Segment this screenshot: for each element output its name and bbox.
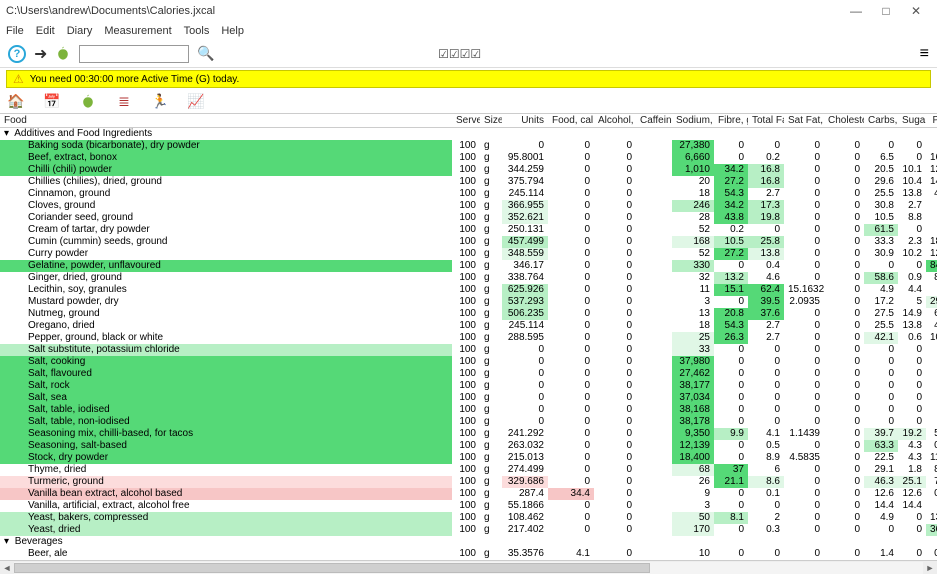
tab-chart[interactable]: 📈: [186, 92, 206, 112]
menu-measurement[interactable]: Measurement: [104, 25, 171, 37]
menu-file[interactable]: File: [6, 25, 24, 37]
filter-checks[interactable]: ☑☑☑☑: [438, 47, 481, 61]
col-serve[interactable]: Serve: [452, 114, 480, 128]
food-row[interactable]: Curry powder100g348.559005227.213.80030.…: [0, 248, 937, 260]
horizontal-scrollbar[interactable]: ◄ ►: [0, 560, 937, 574]
food-row[interactable]: Chilli (chili) powder100g344.259001,0103…: [0, 164, 937, 176]
warning-banner: ⚠ You need 00:30:00 more Active Time (G)…: [6, 70, 931, 88]
food-row[interactable]: Salt substitute, potassium chloride100g0…: [0, 344, 937, 356]
category-row[interactable]: ▾ Beverages: [0, 536, 937, 548]
food-table-wrap: Food Serve Size Units Food, cal Alcohol,…: [0, 114, 937, 560]
menu-diary[interactable]: Diary: [67, 25, 93, 37]
hamburger-icon[interactable]: ≡: [920, 45, 929, 63]
title-bar: C:\Users\andrew\Documents\Calories.jxcal…: [0, 0, 937, 22]
col-caffeine[interactable]: Caffeine, mg: [636, 114, 672, 128]
col-sodium[interactable]: Sodium, mg: [672, 114, 714, 128]
scroll-track[interactable]: [14, 562, 923, 574]
col-chol[interactable]: Cholesterol, mg: [824, 114, 864, 128]
food-row[interactable]: Salt, sea100g00037,0340000000: [0, 392, 937, 404]
tab-database[interactable]: ≣: [114, 92, 134, 112]
food-row[interactable]: Cumin (cummin) seeds, ground100g457.4990…: [0, 236, 937, 248]
search-icon[interactable]: 🔍: [197, 45, 214, 62]
food-row[interactable]: Ginger, dried, ground100g338.764003213.2…: [0, 272, 937, 284]
minimize-button[interactable]: —: [841, 4, 871, 18]
food-row[interactable]: Salt, rock100g00038,1770000000: [0, 380, 937, 392]
col-protein[interactable]: Pro: [926, 114, 937, 128]
food-row[interactable]: Salt, cooking100g00037,9800000000: [0, 356, 937, 368]
window-title: C:\Users\andrew\Documents\Calories.jxcal: [6, 5, 841, 17]
close-button[interactable]: ✕: [901, 4, 931, 18]
scroll-right-icon[interactable]: ►: [923, 563, 937, 573]
food-row[interactable]: Cinnamon, ground100g245.114001854.32.700…: [0, 188, 937, 200]
food-row[interactable]: Salt, table, iodised100g00038,1680000000: [0, 404, 937, 416]
col-carbs[interactable]: Carbs, g: [864, 114, 898, 128]
food-row[interactable]: Cloves, ground100g366.9550024634.217.300…: [0, 200, 937, 212]
menu-bar: File Edit Diary Measurement Tools Help: [0, 22, 937, 40]
menu-help[interactable]: Help: [221, 25, 244, 37]
tab-calendar[interactable]: 📅: [42, 92, 62, 112]
col-units[interactable]: Units: [502, 114, 548, 128]
menu-tools[interactable]: Tools: [184, 25, 210, 37]
help-icon[interactable]: ?: [8, 45, 26, 63]
warning-icon: ⚠: [13, 72, 24, 86]
food-row[interactable]: Lecithin, soy, granules100g625.926001115…: [0, 284, 937, 296]
food-row[interactable]: Salt, table, non-iodised100g00038,178000…: [0, 416, 937, 428]
col-alcohol[interactable]: Alcohol, g: [594, 114, 636, 128]
food-row[interactable]: Nutmeg, ground100g506.235001320.837.6002…: [0, 308, 937, 320]
scroll-left-icon[interactable]: ◄: [0, 563, 14, 573]
col-size[interactable]: Size: [480, 114, 502, 128]
col-food-cal[interactable]: Food, cal: [548, 114, 594, 128]
category-row[interactable]: ▾ Additives and Food Ingredients: [0, 128, 937, 141]
food-row[interactable]: Vanilla bean extract, alcohol based100g2…: [0, 488, 937, 500]
scroll-thumb[interactable]: [14, 563, 650, 573]
menu-edit[interactable]: Edit: [36, 25, 55, 37]
food-row[interactable]: Pepper, ground, black or white100g288.59…: [0, 332, 937, 344]
tab-activity[interactable]: 🏃: [150, 92, 170, 112]
tab-food[interactable]: [78, 92, 98, 112]
col-satfat[interactable]: Sat Fat, g: [784, 114, 824, 128]
col-fat[interactable]: Total Fat, g: [748, 114, 784, 128]
warning-text: You need 00:30:00 more Active Time (G) t…: [30, 74, 240, 85]
food-row[interactable]: Salt, flavoured100g00027,4620000000: [0, 368, 937, 380]
maximize-button[interactable]: □: [871, 4, 901, 18]
food-row[interactable]: Coriander seed, ground100g352.621002843.…: [0, 212, 937, 224]
food-row[interactable]: Mustard powder, dry100g537.293003039.52.…: [0, 296, 937, 308]
food-row[interactable]: Beer, ale100g35.35764.101000001.400.4: [0, 548, 937, 560]
food-table: Food Serve Size Units Food, cal Alcohol,…: [0, 114, 937, 560]
food-row[interactable]: Seasoning, salt-based100g263.0320012,139…: [0, 440, 937, 452]
food-row[interactable]: Stock, dry powder100g215.0130018,40008.9…: [0, 452, 937, 464]
food-row[interactable]: Oregano, dried100g245.114001854.32.70025…: [0, 320, 937, 332]
food-row[interactable]: Yeast, bakers, compressed100g108.4620050…: [0, 512, 937, 524]
col-food-name[interactable]: Food: [0, 114, 452, 128]
food-row[interactable]: Seasoning mix, chilli-based, for tacos10…: [0, 428, 937, 440]
food-row[interactable]: Chillies (chilies), dried, ground100g375…: [0, 176, 937, 188]
food-row[interactable]: Beef, extract, bonox100g95.8001006,66000…: [0, 152, 937, 164]
col-sugar[interactable]: Sugar, g: [898, 114, 926, 128]
food-row[interactable]: Gelatine, powder, unflavoured100g346.170…: [0, 260, 937, 272]
tab-bar: 🏠 📅 ≣ 🏃 📈: [0, 90, 937, 114]
col-fibre[interactable]: Fibre, g: [714, 114, 748, 128]
food-row[interactable]: Baking soda (bicarbonate), dry powder100…: [0, 140, 937, 152]
toolbar: ? ➜ 🔍 ☑☑☑☑ ≡: [0, 40, 937, 68]
search-input[interactable]: [79, 45, 189, 63]
food-row[interactable]: Thyme, dried100g274.49900683760029.11.88…: [0, 464, 937, 476]
forward-arrow-icon[interactable]: ➜: [34, 44, 47, 64]
tab-home[interactable]: 🏠: [6, 92, 26, 112]
apple-icon[interactable]: [55, 46, 71, 62]
table-header-row[interactable]: Food Serve Size Units Food, cal Alcohol,…: [0, 114, 937, 128]
food-row[interactable]: Yeast, dried100g217.4020017000.3000036.4: [0, 524, 937, 536]
food-row[interactable]: Cream of tartar, dry powder100g250.13100…: [0, 224, 937, 236]
food-row[interactable]: Vanilla, artificial, extract, alcohol fr…: [0, 500, 937, 512]
food-row[interactable]: Turmeric, ground100g329.686002621.18.600…: [0, 476, 937, 488]
